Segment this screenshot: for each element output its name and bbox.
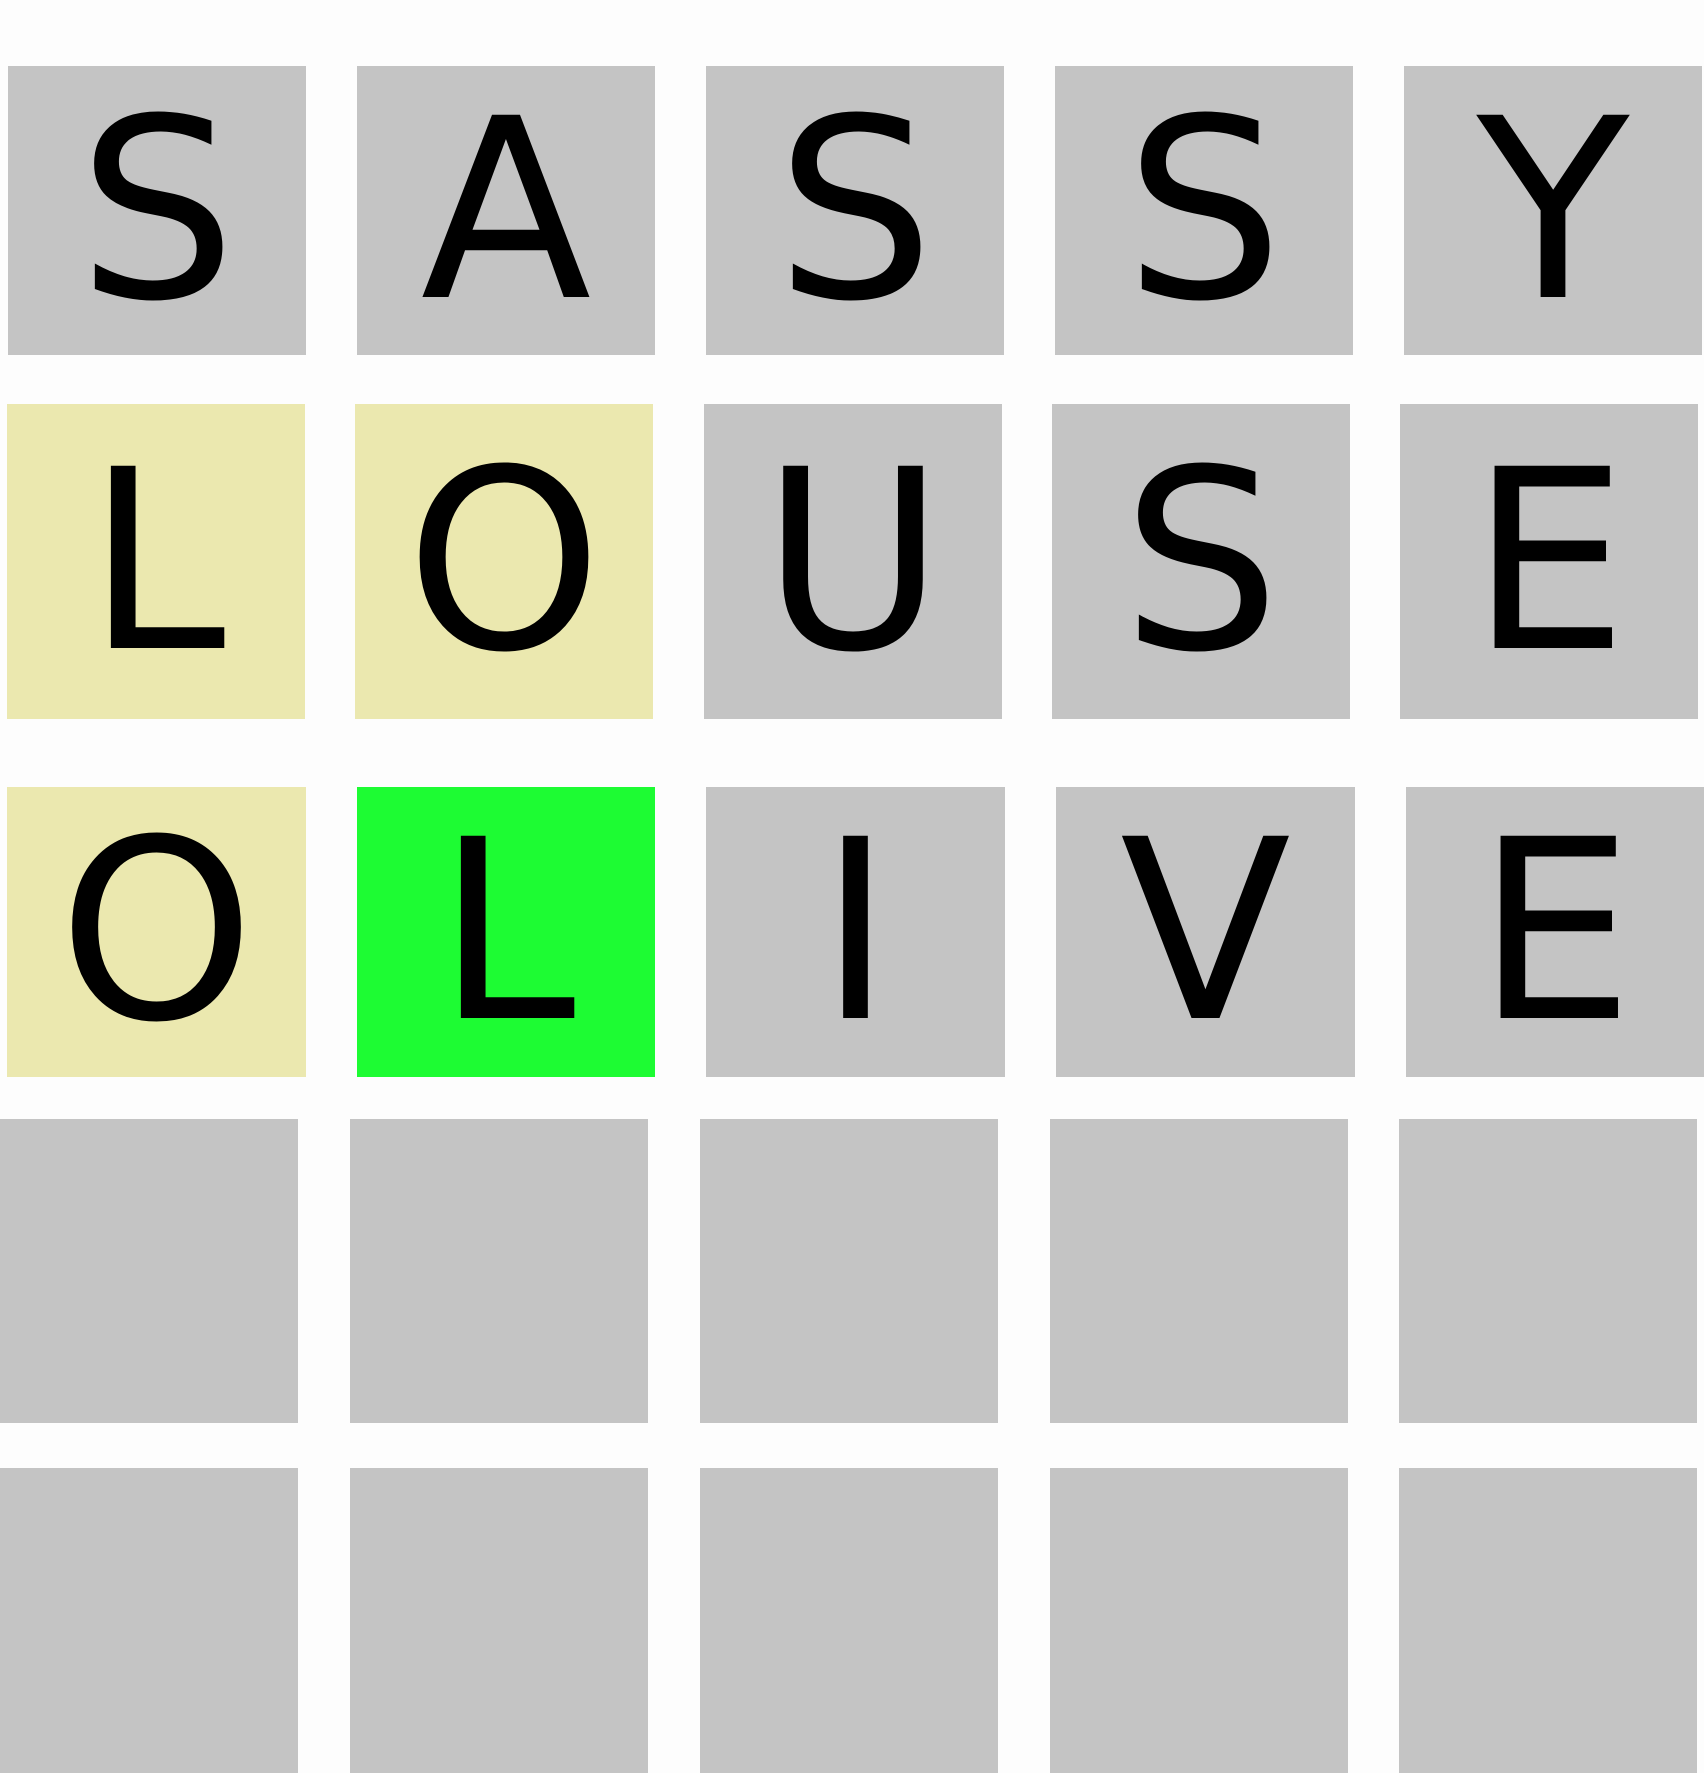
tile-row3-col1: O bbox=[7, 787, 306, 1077]
tile-letter: U bbox=[761, 415, 945, 707]
tile-row1-col4: S bbox=[1055, 66, 1353, 355]
tile-letter: I bbox=[818, 786, 893, 1077]
tile-row4-col1 bbox=[0, 1119, 298, 1423]
tile-letter: S bbox=[1121, 415, 1281, 707]
tile-letter: L bbox=[86, 415, 226, 707]
tile-row3-col5: E bbox=[1406, 787, 1704, 1077]
tile-row3-col3: I bbox=[706, 787, 1005, 1077]
tile-letter: A bbox=[420, 64, 592, 356]
tile-row5-col4 bbox=[1050, 1468, 1348, 1773]
tile-row1-col1: S bbox=[8, 66, 306, 355]
tile-letter: V bbox=[1119, 786, 1292, 1077]
tile-letter: E bbox=[1476, 786, 1634, 1077]
tile-letter: Y bbox=[1476, 64, 1630, 356]
tile-row4-col3 bbox=[700, 1119, 998, 1423]
tile-letter: L bbox=[436, 786, 576, 1077]
tile-row4-col2 bbox=[350, 1119, 648, 1423]
tile-row2-col2: O bbox=[355, 404, 653, 719]
tile-row1-col5: Y bbox=[1404, 66, 1702, 355]
tile-row5-col1 bbox=[0, 1468, 298, 1773]
tile-letter: S bbox=[1124, 64, 1284, 356]
tile-row2-col1: L bbox=[7, 404, 305, 719]
tile-row2-col3: U bbox=[704, 404, 1002, 719]
game-board: S A S S Y L O U S E O L I V E bbox=[0, 0, 1704, 1773]
tile-row4-col5 bbox=[1399, 1119, 1697, 1423]
tile-row5-col3 bbox=[700, 1468, 998, 1773]
tile-row4-col4 bbox=[1050, 1119, 1348, 1423]
tile-row3-col4: V bbox=[1056, 787, 1355, 1077]
tile-row2-col5: E bbox=[1400, 404, 1698, 719]
tile-letter: O bbox=[405, 415, 603, 707]
tile-row3-col2: L bbox=[357, 787, 655, 1077]
tile-letter: E bbox=[1470, 415, 1628, 707]
tile-row1-col3: S bbox=[706, 66, 1004, 355]
tile-row2-col4: S bbox=[1052, 404, 1350, 719]
tile-row1-col2: A bbox=[357, 66, 655, 355]
tile-row5-col5 bbox=[1399, 1468, 1697, 1773]
tile-letter: S bbox=[775, 64, 935, 356]
tile-letter: O bbox=[58, 786, 255, 1077]
tile-row5-col2 bbox=[350, 1468, 648, 1773]
tile-letter: S bbox=[77, 64, 237, 356]
